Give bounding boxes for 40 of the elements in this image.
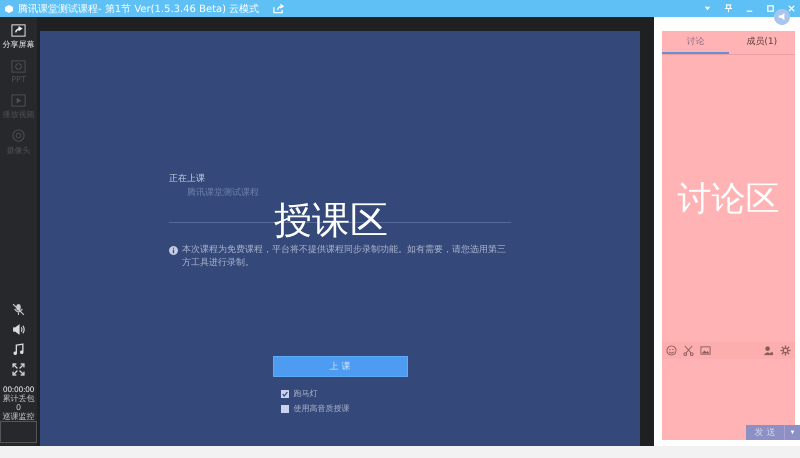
- muted-microphone-icon[interactable]: [12, 303, 25, 316]
- image-icon[interactable]: [700, 345, 711, 356]
- dropdown-icon[interactable]: [703, 4, 712, 13]
- share-icon[interactable]: [273, 4, 284, 14]
- settings-icon[interactable]: [780, 345, 791, 356]
- tool-label: 分享屏幕: [2, 39, 34, 50]
- option-label: 跑马灯: [294, 388, 318, 399]
- packet-loss-value: 0: [16, 403, 22, 412]
- checkbox[interactable]: [280, 390, 288, 398]
- area-label: 授课区: [274, 198, 388, 242]
- packet-loss-label: 累计丢包: [2, 394, 34, 403]
- scissors-icon[interactable]: [683, 345, 694, 356]
- notification-icon[interactable]: [774, 9, 790, 25]
- area-label: 讨论区: [678, 178, 780, 220]
- chat-tab[interactable]: 成员(1): [728, 31, 795, 54]
- pin-icon[interactable]: [724, 4, 733, 13]
- option-label: 使用高音质授课: [294, 403, 350, 414]
- smiley-icon[interactable]: [666, 345, 677, 356]
- camera-icon[interactable]: [11, 129, 26, 144]
- play-icon[interactable]: [11, 93, 26, 108]
- send-button[interactable]: 发 送: [746, 425, 784, 440]
- notice-text: 本次课程为免费课程，平台将不提供课程同步录制功能。如有需要，请您选用第三方工具进行录制。: [182, 244, 507, 270]
- start-class-button[interactable]: 上 课: [272, 356, 408, 377]
- checkbox[interactable]: [280, 404, 288, 412]
- close-icon[interactable]: [787, 4, 796, 13]
- music-note-icon[interactable]: [12, 343, 25, 356]
- status-text: 正在上课: [169, 172, 206, 185]
- monitor-preview: [0, 421, 37, 443]
- course-name: 腾讯课堂测试课程: [187, 186, 260, 199]
- speaker-icon[interactable]: [12, 323, 25, 336]
- app-logo-icon: [4, 4, 14, 14]
- monitor-label: 巡课监控: [2, 412, 34, 421]
- maximize-icon[interactable]: [766, 4, 775, 13]
- fullscreen-icon[interactable]: [12, 363, 25, 376]
- chat-tab[interactable]: 讨论: [662, 31, 728, 54]
- slide-icon[interactable]: [11, 59, 26, 74]
- window-title: 腾讯课堂测试课程- 第1节 Ver(1.5.3.46 Beta) 云模式: [18, 2, 260, 16]
- share-screen-icon[interactable]: [11, 23, 26, 38]
- info-icon: [169, 246, 178, 255]
- user-icon[interactable]: [763, 345, 774, 356]
